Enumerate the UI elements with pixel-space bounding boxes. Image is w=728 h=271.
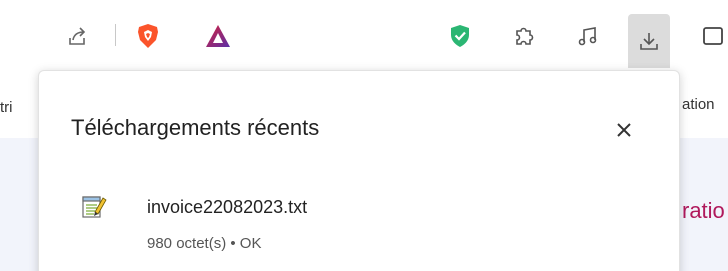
sidebar-icon[interactable] <box>696 20 728 52</box>
toolbar-divider <box>115 24 116 46</box>
background-left-text: tri <box>0 99 13 116</box>
close-icon <box>617 123 631 137</box>
share-icon[interactable] <box>62 20 94 52</box>
downloads-popup: Téléchargements récents invoice22082023.… <box>38 70 680 271</box>
brave-rewards-icon[interactable] <box>202 20 234 52</box>
background-right-text: ation <box>682 96 715 113</box>
downloads-button[interactable] <box>628 14 670 68</box>
brave-shields-icon[interactable] <box>132 20 164 52</box>
popup-title: Téléchargements récents <box>71 115 320 140</box>
download-filename[interactable]: invoice22082023.txt <box>147 197 307 218</box>
downloads-icon <box>640 33 658 50</box>
browser-window: tri ation ratio Téléchargements récents … <box>0 0 728 271</box>
close-button[interactable] <box>609 115 639 145</box>
browser-toolbar <box>0 0 728 68</box>
extensions-icon[interactable] <box>508 20 540 52</box>
download-status: 980 octet(s) • OK <box>147 235 262 252</box>
text-file-icon <box>81 194 107 220</box>
media-icon[interactable] <box>572 20 604 52</box>
vpn-shield-icon[interactable] <box>444 20 476 52</box>
background-content-text: ratio <box>682 198 725 223</box>
